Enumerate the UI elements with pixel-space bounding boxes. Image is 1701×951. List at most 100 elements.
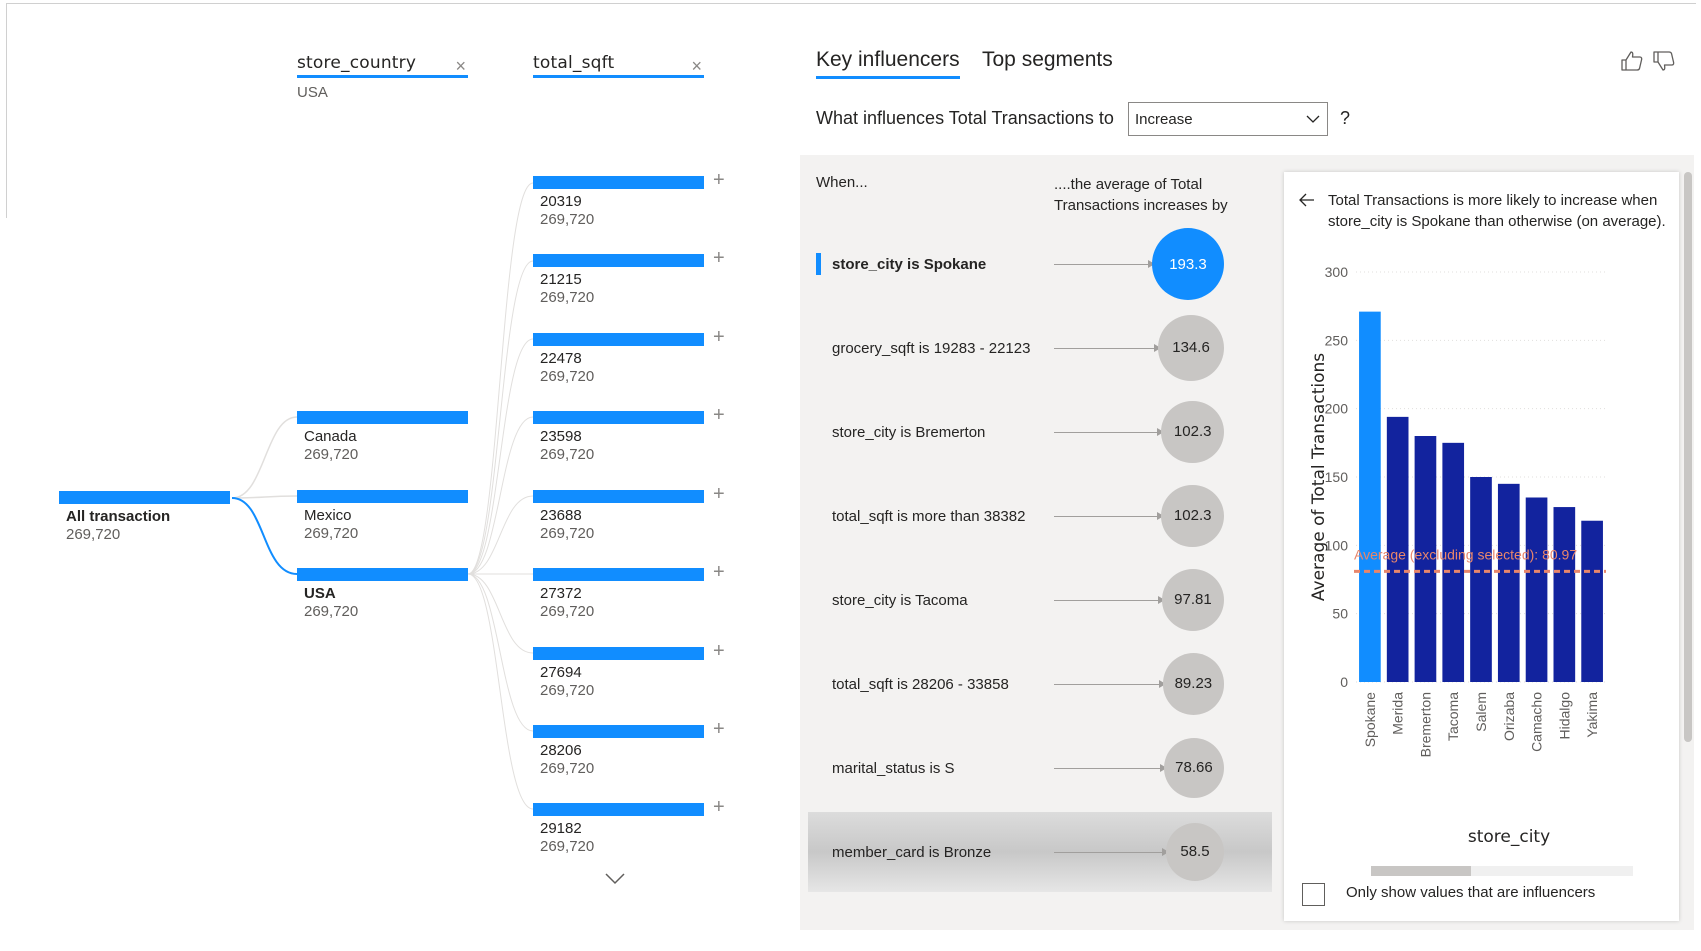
influencer-label: store_city is Spokane bbox=[832, 255, 987, 273]
expand-plus-icon[interactable]: + bbox=[713, 796, 725, 819]
thumbs-up-icon[interactable] bbox=[1620, 50, 1644, 72]
tree-node-canada[interactable]: Canada 269,720 bbox=[297, 411, 468, 464]
node-value: 269,720 bbox=[540, 368, 595, 385]
tree-node-sqft[interactable]: + 28206 269,720 bbox=[533, 718, 725, 778]
column-header-store-country[interactable]: store_country × bbox=[297, 52, 468, 78]
tab-top-segments[interactable]: Top segments bbox=[982, 48, 1113, 72]
node-value: 269,720 bbox=[304, 446, 359, 463]
expand-plus-icon[interactable]: + bbox=[713, 169, 725, 192]
close-icon[interactable]: × bbox=[691, 57, 702, 75]
horizontal-scrollbar[interactable] bbox=[1371, 866, 1633, 876]
expand-plus-icon[interactable]: + bbox=[713, 404, 725, 427]
node-label: 27694 bbox=[540, 664, 582, 681]
back-arrow-icon[interactable] bbox=[1298, 192, 1316, 208]
thumbs-down-icon[interactable] bbox=[1652, 50, 1676, 72]
tree-node-sqft[interactable]: + 21215 269,720 bbox=[533, 247, 725, 307]
influencer-arrow bbox=[1054, 764, 1167, 772]
column-header-label: store_country bbox=[297, 53, 417, 73]
node-bar bbox=[533, 176, 704, 189]
influencer-value-bubble: 102.3 bbox=[1161, 484, 1224, 548]
node-value: 269,720 bbox=[540, 211, 595, 228]
expand-plus-icon[interactable]: + bbox=[713, 326, 725, 349]
tree-node-sqft[interactable]: + 23688 269,720 bbox=[533, 483, 725, 543]
tree-node-root[interactable]: All transaction 269,720 bbox=[59, 491, 230, 544]
influencer-row[interactable]: store_city is Spokane 193.3 bbox=[808, 224, 1272, 304]
tree-node-sqft[interactable]: + 22478 269,720 bbox=[533, 326, 725, 386]
influencer-label: total_sqft is more than 38382 bbox=[832, 507, 1026, 525]
scrollbar-thumb[interactable] bbox=[1371, 866, 1471, 876]
node-value: 269,720 bbox=[540, 838, 595, 855]
node-label: All transaction bbox=[66, 508, 171, 525]
node-label: Mexico bbox=[304, 507, 352, 524]
influencer-row[interactable]: store_city is Tacoma 97.81 bbox=[808, 560, 1272, 640]
tree-node-mexico[interactable]: Mexico 269,720 bbox=[297, 490, 468, 543]
checkbox-label: Only show values that are influencers bbox=[1346, 884, 1596, 901]
when-column-header: When... bbox=[816, 174, 868, 191]
expand-plus-icon[interactable]: + bbox=[713, 640, 725, 663]
node-bar bbox=[533, 254, 704, 267]
bar-orizaba bbox=[1497, 483, 1520, 682]
x-tick-label: Salem bbox=[1473, 692, 1489, 732]
influencer-row[interactable]: store_city is Bremerton 102.3 bbox=[808, 392, 1272, 472]
influencer-value-bubble: 78.66 bbox=[1163, 737, 1224, 799]
influencer-row[interactable]: member_card is Bronze 58.5 bbox=[808, 812, 1272, 892]
store-city-bar-chart: 050100150200250300Spokane Merida Bremerton… bbox=[1309, 264, 1606, 847]
node-bar bbox=[533, 333, 704, 346]
tree-node-sqft[interactable]: + 27372 269,720 bbox=[533, 561, 725, 621]
x-tick-label: Hidalgo bbox=[1556, 692, 1572, 740]
node-bar bbox=[533, 803, 704, 816]
influencer-value-bubble: 134.6 bbox=[1158, 315, 1224, 381]
node-value: 269,720 bbox=[540, 446, 595, 463]
influencer-arrow bbox=[1054, 680, 1166, 688]
x-axis-label: store_city bbox=[1468, 827, 1550, 847]
tree-node-sqft[interactable]: + 23598 269,720 bbox=[533, 404, 725, 464]
influencer-row[interactable]: total_sqft is more than 38382 102.3 bbox=[808, 476, 1272, 556]
bar-tacoma bbox=[1442, 442, 1465, 682]
influencer-row[interactable]: total_sqft is 28206 - 33858 89.23 bbox=[808, 644, 1272, 724]
node-label: 20319 bbox=[540, 193, 582, 210]
influencer-arrow bbox=[1054, 596, 1165, 604]
node-bar bbox=[533, 725, 704, 738]
tab-key-influencers[interactable]: Key influencers bbox=[816, 48, 960, 79]
influencer-label: member_card is Bronze bbox=[832, 843, 992, 861]
tree-node-sqft[interactable]: + 27694 269,720 bbox=[533, 640, 725, 700]
expand-plus-icon[interactable]: + bbox=[713, 718, 725, 741]
question-mark: ? bbox=[1340, 108, 1351, 128]
chevron-down-icon[interactable] bbox=[604, 872, 626, 886]
tree-node-sqft[interactable]: + 20319 269,720 bbox=[533, 169, 725, 229]
influencer-row[interactable]: grocery_sqft is 19283 - 22123 134.6 bbox=[808, 308, 1272, 388]
influencer-row[interactable]: marital_status is S 78.66 bbox=[808, 728, 1272, 808]
column-header-total-sqft[interactable]: total_sqft × bbox=[533, 52, 704, 78]
node-bar bbox=[297, 411, 468, 424]
influencer-value-bubble: 58.5 bbox=[1165, 822, 1224, 882]
reference-line-label: Average (excluding selected): 80.97 bbox=[1354, 546, 1577, 562]
expand-plus-icon[interactable]: + bbox=[713, 247, 725, 270]
expand-plus-icon[interactable]: + bbox=[713, 561, 725, 584]
increase-dropdown[interactable]: Increase bbox=[1128, 102, 1328, 136]
x-tick-label: Yakima bbox=[1584, 692, 1600, 738]
tree-node-usa[interactable]: USA 269,720 bbox=[297, 568, 468, 621]
y-axis-label: Average of Total Transactions bbox=[1309, 353, 1329, 601]
node-value: 269,720 bbox=[540, 289, 595, 306]
influencer-arrow bbox=[1054, 344, 1162, 352]
dropdown-value: Increase bbox=[1135, 111, 1193, 128]
node-value: 269,720 bbox=[540, 603, 595, 620]
bar-salem bbox=[1470, 477, 1492, 682]
chevron-down-icon bbox=[1306, 115, 1320, 123]
column-header-label: total_sqft bbox=[533, 53, 615, 73]
influencer-question: What influences Total Transactions to bbox=[816, 108, 1114, 128]
influencer-label: total_sqft is 28206 - 33858 bbox=[832, 675, 1009, 693]
influencer-label: grocery_sqft is 19283 - 22123 bbox=[832, 339, 1031, 357]
x-tick-label: Bremerton bbox=[1417, 692, 1433, 757]
x-tick-label: Spokane bbox=[1362, 692, 1378, 747]
node-bar bbox=[533, 411, 704, 424]
selected-indicator bbox=[816, 253, 821, 275]
influencers-only-checkbox[interactable] bbox=[1302, 883, 1325, 906]
node-label: 23688 bbox=[540, 507, 582, 524]
vertical-scrollbar[interactable] bbox=[1684, 172, 1692, 742]
tree-node-sqft[interactable]: + 29182 269,720 bbox=[533, 796, 725, 856]
expand-plus-icon[interactable]: + bbox=[713, 483, 725, 506]
bar-camacho bbox=[1525, 497, 1548, 682]
close-icon[interactable]: × bbox=[455, 57, 466, 75]
bar-yakima bbox=[1581, 520, 1603, 682]
